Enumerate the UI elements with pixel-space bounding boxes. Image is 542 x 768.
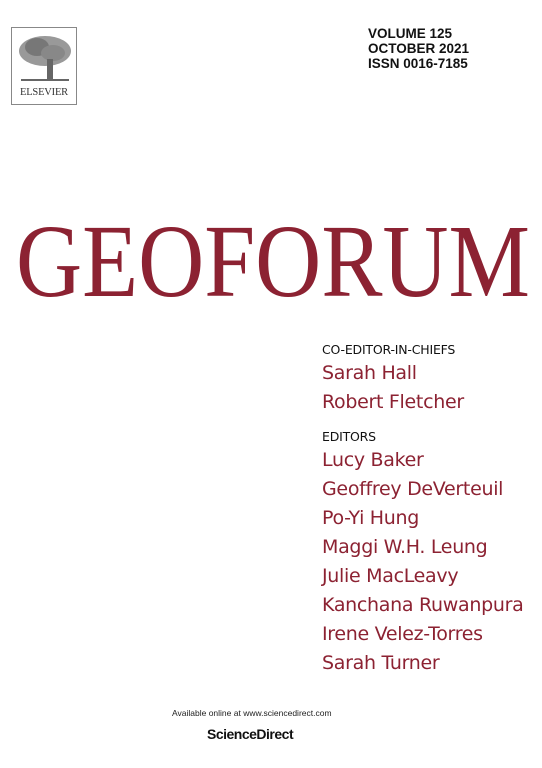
editor-name: Po-Yi Hung [322, 507, 420, 529]
editor-name: Maggi W.H. Leung [322, 536, 488, 558]
issn: ISSN 0016-7185 [368, 56, 468, 71]
volume: VOLUME 125 [368, 26, 453, 41]
elsevier-logo: ELSEVIER [11, 27, 77, 105]
availability-note: Available online at www.sciencedirect.co… [172, 708, 332, 718]
issue-date: OCTOBER 2021 [368, 41, 470, 56]
issue-info: VOLUME 125 OCTOBER 2021 ISSN 0016-7185 [368, 26, 469, 71]
editor-name: Julie MacLeavy [322, 565, 459, 587]
co-editor-name: Robert Fletcher [322, 391, 464, 413]
tree-icon [19, 36, 71, 81]
editors-label: EDITORS [322, 429, 376, 444]
editor-name: Geoffrey DeVerteuil [322, 478, 504, 500]
editor-name: Irene Velez-Torres [322, 623, 483, 645]
editor-name: Kanchana Ruwanpura [322, 594, 524, 616]
co-editors-label: CO-EDITOR-IN-CHIEFS [322, 342, 456, 357]
journal-title-text: GEOFORUM [16, 204, 530, 310]
sciencedirect-logo: ScienceDirect [207, 726, 294, 742]
editor-name: Lucy Baker [322, 449, 424, 471]
logo-text: ELSEVIER [20, 87, 68, 98]
co-editor-name: Sarah Hall [322, 362, 417, 384]
editor-name: Sarah Turner [322, 652, 440, 674]
editorial-board: CO-EDITOR-IN-CHIEFS Sarah Hall Robert Fl… [322, 341, 524, 678]
journal-title: GEOFORUM [16, 204, 530, 310]
